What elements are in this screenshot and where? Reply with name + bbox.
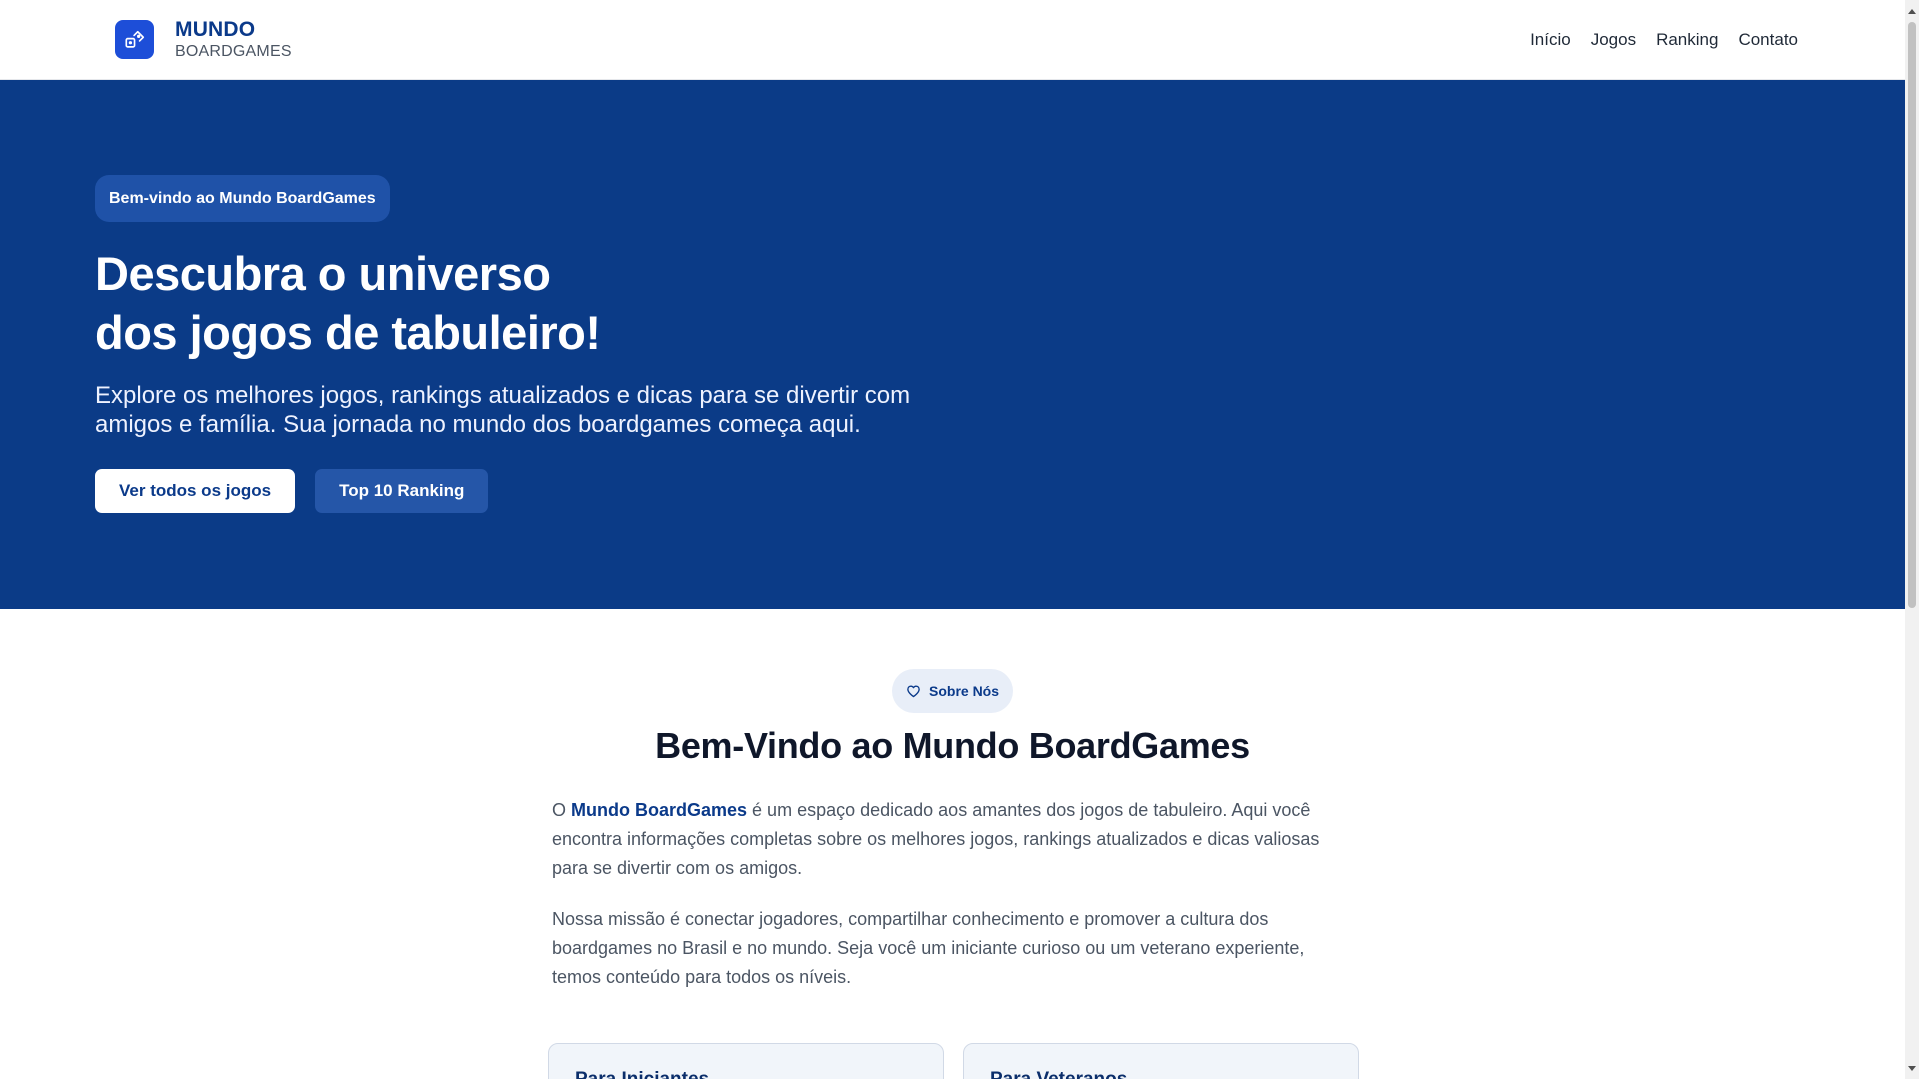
view-all-games-button[interactable]: Ver todos os jogos	[95, 469, 296, 513]
hero-title-line-2: dos jogos de tabuleiro!	[95, 306, 601, 359]
hero-title: Descubra o universo dos jogos de tabulei…	[95, 244, 995, 362]
card-title-veterans: Para Veteranos	[990, 1069, 1332, 1079]
hero-actions: Ver todos os jogos Top 10 Ranking	[95, 469, 489, 513]
scroll-down-arrow-icon[interactable]	[1905, 1060, 1919, 1077]
dice-icon	[115, 20, 154, 59]
scroll-up-arrow-icon[interactable]	[1905, 2, 1919, 19]
hero-section: Bem-vindo ao Mundo BoardGames Descubra o…	[0, 80, 1905, 609]
nav-link-contato[interactable]: Contato	[1738, 30, 1798, 50]
about-title: Bem-Vindo ao Mundo BoardGames	[655, 725, 1250, 766]
heart-icon	[906, 684, 921, 699]
hero-description: Explore os melhores jogos, rankings atua…	[95, 382, 911, 438]
nav-link-ranking[interactable]: Ranking	[1656, 30, 1718, 50]
main-nav: Início Jogos Ranking Contato	[1530, 0, 1798, 80]
about-paragraph-1: O Mundo BoardGames é um espaço dedicado …	[552, 796, 1352, 883]
about-badge: Sobre Nós	[892, 669, 1014, 713]
about-paragraph-2: Nossa missão é conectar jogadores, compa…	[552, 909, 1305, 987]
about-text: O Mundo BoardGames é um espaço dedicado …	[552, 796, 1352, 992]
about-p1-prefix: O	[552, 800, 572, 820]
card-beginners: Para Iniciantes	[548, 1043, 944, 1079]
brand-link[interactable]: MUNDO BOARDGAMES	[115, 19, 292, 60]
about-badge-label: Sobre Nós	[929, 683, 1000, 699]
brand-text: MUNDO BOARDGAMES	[175, 19, 292, 60]
page-scrollbar[interactable]	[1905, 0, 1919, 1079]
card-title-beginners: Para Iniciantes	[575, 1069, 917, 1079]
scrollbar-thumb[interactable]	[1908, 22, 1916, 608]
hero-welcome-badge: Bem-vindo ao Mundo BoardGames	[95, 175, 390, 222]
brand-subtitle: BOARDGAMES	[175, 43, 292, 60]
top-10-ranking-button[interactable]: Top 10 Ranking	[315, 469, 489, 513]
hero-title-line-1: Descubra o universo	[95, 247, 551, 300]
top-navbar: MUNDO BOARDGAMES Início Jogos Ranking Co…	[0, 0, 1905, 80]
about-brand-highlight: Mundo BoardGames	[571, 800, 748, 820]
card-veterans: Para Veteranos	[963, 1043, 1359, 1079]
nav-link-jogos[interactable]: Jogos	[1591, 30, 1636, 50]
nav-link-inicio[interactable]: Início	[1530, 30, 1571, 50]
brand-name: MUNDO	[175, 18, 256, 41]
